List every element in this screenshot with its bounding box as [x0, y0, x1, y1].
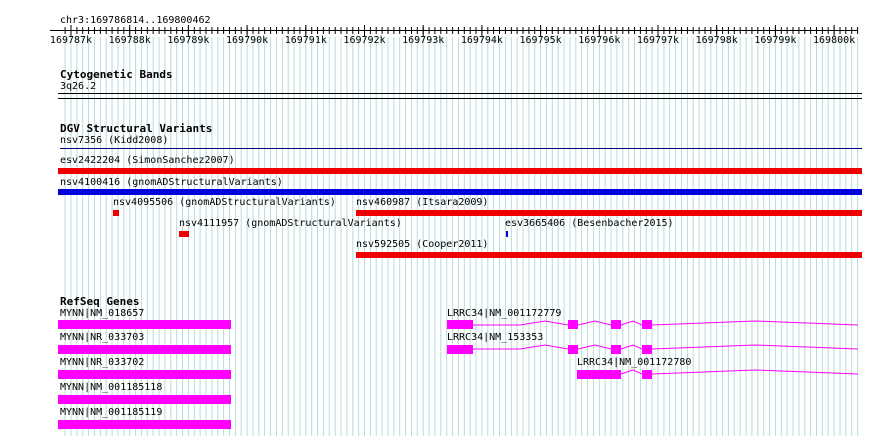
gene-model-lrrc34-nm-001172779[interactable]: [447, 320, 859, 329]
exon[interactable]: [642, 370, 652, 379]
exon[interactable]: [577, 370, 621, 379]
gene-model-lrrc34-nm-153353[interactable]: [447, 344, 859, 354]
exon[interactable]: [568, 320, 578, 329]
lrrc34-gene-models[interactable]: [0, 0, 890, 436]
exon[interactable]: [447, 320, 473, 329]
exon[interactable]: [611, 320, 621, 329]
exon[interactable]: [611, 345, 621, 354]
exon[interactable]: [568, 345, 578, 354]
exon[interactable]: [642, 345, 652, 354]
exon[interactable]: [642, 320, 652, 329]
exon[interactable]: [447, 345, 473, 354]
gene-model-lrrc34-nm-001172780[interactable]: [577, 369, 859, 379]
